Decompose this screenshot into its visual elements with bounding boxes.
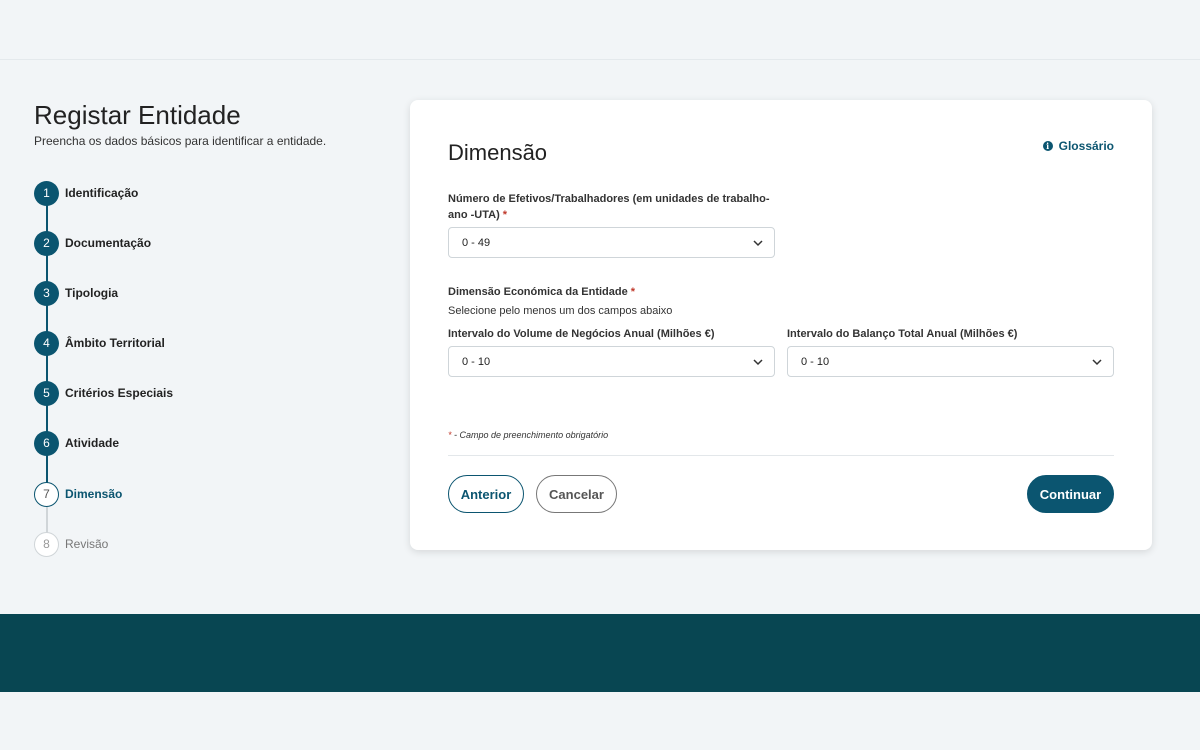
- form-card: Dimensão i Glossário Número de Efetivos/…: [410, 100, 1152, 550]
- step-number: 2: [34, 230, 59, 256]
- page-title: Registar Entidade: [34, 100, 241, 130]
- required-note: * - Campo de preenchimento obrigatório: [448, 430, 608, 440]
- workers-label-line1: Número de Efetivos/Trabalhadores (em uni…: [448, 193, 770, 205]
- step-label: Dimensão: [65, 487, 123, 501]
- divider: [448, 455, 1114, 456]
- step-number: 1: [34, 180, 59, 206]
- step-documentacao[interactable]: 2 Documentação: [34, 230, 334, 256]
- turnover-select[interactable]: 0 - 10: [448, 346, 775, 377]
- step-label: Tipologia: [65, 286, 119, 300]
- required-note-text: - Campo de preenchimento obrigatório: [451, 430, 609, 440]
- step-number: 6: [34, 430, 59, 456]
- economic-label: Dimensão Económica da Entidade *: [448, 284, 635, 300]
- step-number: 8: [34, 531, 59, 557]
- step-label: Identificação: [65, 186, 139, 200]
- workers-label: Número de Efetivos/Trabalhadores (em uni…: [448, 191, 788, 223]
- turnover-label: Intervalo do Volume de Negócios Anual (M…: [448, 328, 715, 340]
- chevron-down-icon: [1092, 359, 1102, 366]
- previous-button[interactable]: Anterior: [448, 475, 524, 513]
- glossary-label: Glossário: [1058, 139, 1114, 153]
- step-label: Revisão: [65, 537, 109, 551]
- step-number: 7: [34, 481, 59, 507]
- step-label: Atividade: [65, 436, 120, 450]
- balance-select[interactable]: 0 - 10: [787, 346, 1114, 377]
- page-subtitle: Preencha os dados básicos para identific…: [34, 134, 327, 148]
- glossary-link[interactable]: i Glossário: [1042, 139, 1114, 153]
- footer: [0, 614, 1200, 692]
- step-number: 4: [34, 330, 59, 356]
- form-title: Dimensão: [448, 140, 548, 165]
- info-icon: i: [1042, 141, 1053, 151]
- step-revisao: 8 Revisão: [34, 531, 334, 557]
- turnover-select-value: 0 - 10: [462, 355, 491, 368]
- required-mark: *: [502, 209, 508, 221]
- step-label: Critérios Especiais: [65, 386, 174, 400]
- workers-select-value: 0 - 49: [462, 236, 491, 249]
- step-atividade[interactable]: 6 Atividade: [34, 430, 334, 456]
- workers-label-line2: ano -UTA): [448, 209, 500, 221]
- balance-label: Intervalo do Balanço Total Anual (Milhõe…: [787, 328, 1018, 340]
- step-ambito-territorial[interactable]: 4 Âmbito Territorial: [34, 330, 334, 356]
- step-dimensao[interactable]: 7 Dimensão: [34, 481, 334, 507]
- required-mark: *: [630, 286, 636, 298]
- registration-sidebar: Registar Entidade Preencha os dados bási…: [34, 100, 374, 557]
- economic-label-text: Dimensão Económica da Entidade: [448, 286, 628, 298]
- step-identificacao[interactable]: 1 Identificação: [34, 180, 334, 206]
- chevron-down-icon: [753, 240, 763, 247]
- bottom-strip: [0, 692, 1200, 750]
- top-bar: [0, 0, 1200, 60]
- balance-select-value: 0 - 10: [801, 355, 830, 368]
- economic-helper: Selecione pelo menos um dos campos abaix…: [448, 305, 673, 317]
- chevron-down-icon: [753, 359, 763, 366]
- step-label: Âmbito Territorial: [65, 336, 165, 350]
- step-number: 3: [34, 280, 59, 306]
- stepper: 1 Identificação 2 Documentação 3 Tipolog…: [34, 180, 374, 580]
- step-tipologia[interactable]: 3 Tipologia: [34, 280, 334, 306]
- step-label: Documentação: [65, 236, 152, 250]
- workers-select[interactable]: 0 - 49: [448, 227, 775, 258]
- step-number: 5: [34, 380, 59, 406]
- continue-button[interactable]: Continuar: [1027, 475, 1114, 513]
- step-criterios-especiais[interactable]: 5 Critérios Especiais: [34, 380, 334, 406]
- cancel-button[interactable]: Cancelar: [536, 475, 617, 513]
